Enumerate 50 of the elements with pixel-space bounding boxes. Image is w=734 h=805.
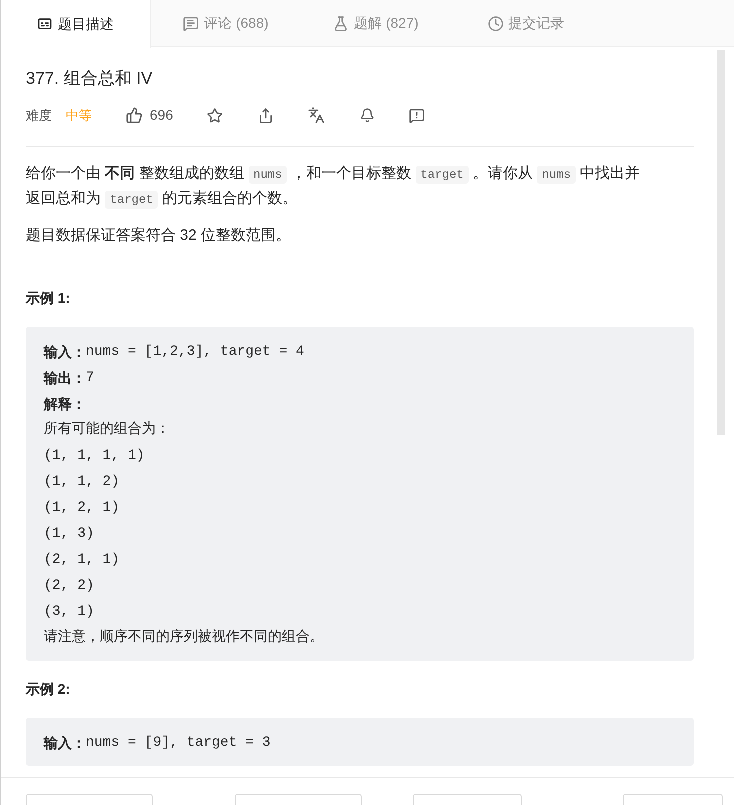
description-text: 中找出并 bbox=[579, 164, 640, 182]
description-text: ，和一个目标整数 bbox=[290, 164, 412, 182]
example-code: (1, 1, 1, 1) bbox=[44, 447, 145, 466]
comment-icon bbox=[183, 16, 200, 32]
example-label: 输入： bbox=[44, 343, 86, 362]
flask-icon bbox=[333, 16, 350, 32]
star-icon[interactable] bbox=[207, 108, 224, 124]
example-label: 输出： bbox=[44, 369, 86, 388]
tab[interactable]: 评论 (688) bbox=[151, 0, 301, 47]
example-code: nums = [9], target = 3 bbox=[86, 734, 271, 753]
thumbs-up-icon[interactable] bbox=[126, 107, 143, 124]
inline-code: nums bbox=[248, 166, 288, 184]
example-code: (1, 1, 2) bbox=[44, 473, 120, 492]
example-label: 解释： bbox=[44, 395, 86, 414]
inline-code: nums bbox=[537, 166, 576, 184]
feedback-icon[interactable] bbox=[409, 108, 426, 124]
like-count: 696 bbox=[150, 106, 174, 125]
example-code: 请注意，顺序不同的序列被视作不同的组合。 bbox=[44, 628, 324, 648]
translate-icon[interactable] bbox=[308, 107, 326, 124]
problem-title: 377. 组合总和 IV bbox=[26, 68, 154, 90]
description-icon bbox=[37, 16, 53, 32]
example-code: 7 bbox=[86, 369, 94, 388]
tab[interactable]: 题目描述 bbox=[1, 0, 151, 48]
description-text: 题目数据保证答案符合 32 位整数范围。 bbox=[26, 226, 292, 244]
example-code: (2, 1, 1) bbox=[44, 551, 120, 570]
example-label: 输入： bbox=[44, 734, 86, 753]
description-text: 的元素组合的个数。 bbox=[162, 190, 298, 206]
bell-icon[interactable] bbox=[360, 108, 376, 123]
example-code: (3, 1) bbox=[44, 603, 94, 622]
difficulty-label: 难度 bbox=[26, 106, 52, 125]
example-title: 示例 1: bbox=[26, 288, 72, 308]
share-icon[interactable] bbox=[258, 108, 274, 124]
example-code: 所有可能的组合为： bbox=[44, 420, 170, 440]
example-code: (1, 3) bbox=[44, 525, 94, 544]
difficulty-value: 中等 bbox=[66, 106, 92, 125]
scrollbar[interactable] bbox=[717, 50, 725, 435]
tab[interactable]: 题解 (827) bbox=[301, 0, 451, 47]
clock-icon bbox=[488, 16, 504, 32]
bold-text: 不同 bbox=[105, 164, 136, 182]
example-code: nums = [1,2,3], target = 4 bbox=[86, 343, 304, 362]
example-title: 示例 2: bbox=[26, 680, 72, 698]
example-code: (1, 2, 1) bbox=[44, 499, 120, 518]
inline-code: target bbox=[416, 166, 469, 184]
description-text: 。请你从 bbox=[472, 164, 534, 182]
description-text: 返回总和为 bbox=[26, 190, 102, 206]
inline-code: target bbox=[105, 190, 158, 208]
description-text: 给你一个由 bbox=[26, 164, 102, 182]
tab[interactable]: 提交记录 bbox=[451, 0, 601, 47]
description-text: 整数组成的数组 bbox=[138, 164, 246, 182]
example-code: (2, 2) bbox=[44, 577, 94, 596]
